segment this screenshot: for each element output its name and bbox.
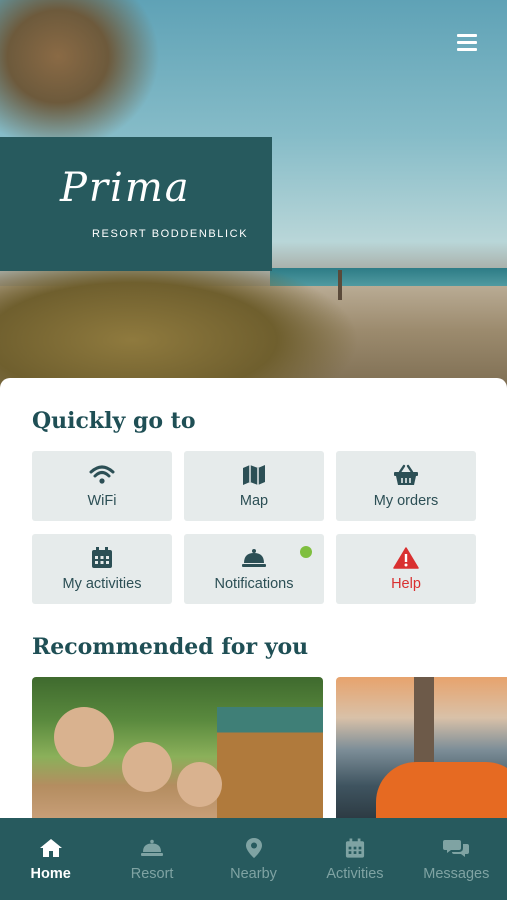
tile-help[interactable]: Help (336, 534, 476, 604)
recommended-title: Recommended for you (32, 634, 309, 660)
nav-nearby[interactable]: Nearby (203, 818, 304, 900)
tile-label: WiFi (87, 493, 117, 509)
tile-my-orders[interactable]: My orders (336, 451, 476, 521)
tile-label: Map (239, 493, 269, 509)
tile-map[interactable]: Map (184, 451, 324, 521)
recommended-card-family[interactable] (32, 677, 323, 822)
recommended-card-car[interactable] (336, 677, 507, 822)
chat-icon (443, 836, 470, 860)
hamburger-menu-icon[interactable] (457, 34, 477, 52)
logo-subtitle: RESORT BODDENBLICK (92, 228, 249, 240)
hero-post (338, 270, 342, 300)
nav-label: Resort (130, 866, 174, 882)
child-image (122, 742, 172, 792)
tile-label: Notifications (214, 576, 294, 592)
tile-label: My activities (62, 576, 142, 592)
car-image (376, 762, 507, 822)
wifi-icon (89, 463, 115, 487)
tile-my-activities[interactable]: My activities (32, 534, 172, 604)
tile-wifi[interactable]: WiFi (32, 451, 172, 521)
logo-script: Prima (60, 165, 191, 211)
map-icon (241, 463, 267, 487)
tile-notifications[interactable]: Notifications (184, 534, 324, 604)
nav-activities[interactable]: Activities (304, 818, 405, 900)
resort-logo: Prima RESORT BODDENBLICK (0, 137, 272, 271)
nav-label: Nearby (230, 866, 277, 882)
calendar-icon (342, 836, 368, 860)
child-image (54, 707, 114, 767)
nav-label: Activities (326, 866, 384, 882)
warning-icon (393, 546, 419, 570)
notification-dot (300, 546, 312, 558)
home-icon (38, 836, 64, 860)
nav-home[interactable]: Home (0, 818, 101, 900)
quick-title: Quickly go to (32, 408, 196, 434)
calendar-icon (89, 546, 115, 570)
nav-messages[interactable]: Messages (406, 818, 507, 900)
hero-tree (0, 0, 160, 150)
nav-label: Messages (423, 866, 490, 882)
bottom-navigation: Home Resort Nearby Activities Messages (0, 818, 507, 900)
basket-icon (393, 463, 419, 487)
bell-icon (241, 546, 267, 570)
nav-label: Home (30, 866, 71, 882)
tile-label: Help (391, 576, 421, 592)
tile-label: My orders (373, 493, 439, 509)
nav-resort[interactable]: Resort (101, 818, 202, 900)
location-pin-icon (241, 836, 267, 860)
hut-image (217, 707, 323, 822)
service-bell-icon (139, 836, 165, 860)
child-image (177, 762, 222, 807)
hero-grass (0, 250, 360, 390)
